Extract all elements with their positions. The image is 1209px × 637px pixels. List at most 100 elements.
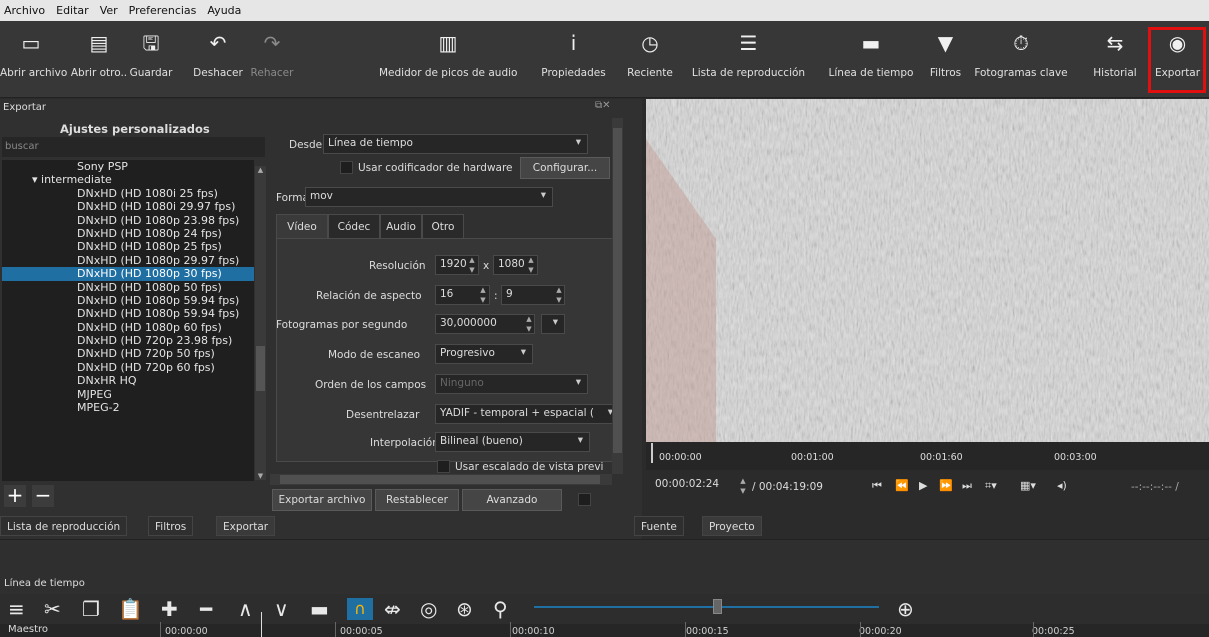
toolbar-button-9[interactable]: ▬ Línea de tiempo [823,21,919,98]
preset-item[interactable]: DNxHD (HD 1080i 29.97 fps) [2,200,254,213]
hw-encoder-checkbox[interactable] [340,161,353,174]
skip-end-icon[interactable]: ⏭ [962,479,972,493]
lift-icon[interactable]: ∧ [238,596,253,622]
snap-icon[interactable]: ∩ [347,598,373,620]
scan-mode-select[interactable]: Progresivo [435,344,533,364]
preset-item[interactable]: DNxHD (HD 1080p 23.98 fps) [2,214,254,227]
cut-icon[interactable]: ✂ [44,596,61,622]
preset-item[interactable]: MPEG-2 [2,401,254,414]
preset-item[interactable]: DNxHR HQ [2,374,254,387]
position-spin[interactable]: ▲ ▼ [737,476,749,496]
preset-item[interactable]: ▾ intermediate [2,173,254,186]
tab-source[interactable]: Fuente [634,516,684,536]
preset-item[interactable]: DNxHD (HD 1080p 25 fps) [2,240,254,253]
fps-spin[interactable]: ▲ ▼ [523,314,535,334]
toolbar-button-0[interactable]: ▭ Abrir archivo [0,21,67,98]
tab-export[interactable]: Exportar [216,516,276,536]
menu-4[interactable]: Ayuda [207,4,241,17]
ripple-all-icon[interactable]: ⊛ [456,596,473,622]
preset-item[interactable]: DNxHD (HD 1080i 25 fps) [2,187,254,200]
toolbar-button-11[interactable]: ⏱ Fotogramas clave [970,21,1072,98]
fps-preset-select[interactable] [541,314,565,334]
preset-item[interactable]: DNxHD (HD 720p 50 fps) [2,347,254,360]
preset-list[interactable]: Sony PSP ▾ intermediate DNxHD (HD 1080i 25… [2,160,254,481]
preset-item[interactable]: DNxHD (HD 720p 60 fps) [2,361,254,374]
form-vscrollbar[interactable] [612,118,623,474]
preset-item[interactable]: DNxHD (HD 1080p 60 fps) [2,321,254,334]
preset-item[interactable]: DNxHD (HD 1080p 30 fps) [2,267,254,281]
format-select[interactable]: mov [305,187,553,207]
position-timecode-field[interactable]: 00:00:02:24 [651,476,735,496]
tab-video[interactable]: Vídeo [276,214,328,238]
preset-list-scrollbar[interactable]: ▲ ▼ [255,166,266,480]
scrub-icon[interactable]: ⇎ [384,596,401,622]
zoom-in-icon[interactable]: ⊕ [897,596,914,622]
from-select[interactable]: Línea de tiempo [323,134,588,154]
zoom-out-icon[interactable]: ⚲ [493,596,508,622]
add-preset-button[interactable]: + [4,485,26,507]
menu-2[interactable]: Ver [100,4,118,17]
zoom-fit-icon[interactable]: ⌗▾ [985,479,997,493]
preset-search-input[interactable]: buscar [2,137,265,157]
copy-icon[interactable]: ❐ [82,596,100,622]
paste-icon[interactable]: 📋 [118,596,143,622]
volume-icon[interactable]: ◂) [1057,479,1067,492]
resolution-height-spin[interactable]: ▲ ▼ [525,255,537,275]
preset-item[interactable]: Sony PSP [2,160,254,173]
fast-forward-icon[interactable]: ⏩ [939,479,953,492]
timeline-playhead[interactable] [261,612,262,637]
advanced-checkbox[interactable] [578,493,591,506]
aspect-width-spin[interactable]: ▲ ▼ [477,285,489,305]
remove-preset-button[interactable]: − [32,485,54,507]
preset-item[interactable]: DNxHD (HD 1080p 24 fps) [2,227,254,240]
zoom-slider-handle[interactable] [713,599,722,614]
ripple-icon[interactable]: ◎ [420,596,437,622]
menu-1[interactable]: Editar [56,4,89,17]
menu-3[interactable]: Preferencias [129,4,197,17]
preset-item[interactable]: DNxHD (HD 1080p 50 fps) [2,281,254,294]
preset-item[interactable]: DNxHD (HD 1080p 29.97 fps) [2,254,254,267]
tab-playlist[interactable]: Lista de reproducción [0,516,128,536]
reset-button[interactable]: Restablecer [375,489,459,511]
zoom-slider[interactable] [534,606,879,608]
menu-0[interactable]: Archivo [4,4,45,17]
export-file-button[interactable]: Exportar archivo [272,489,372,511]
interpolation-select[interactable]: Bilineal (bueno) [435,432,590,452]
preset-item[interactable]: MJPEG [2,388,254,401]
skip-start-icon[interactable]: ⏮ [872,479,882,493]
video-preview[interactable] [646,99,1209,442]
grid-icon[interactable]: ▦▾ [1020,479,1036,492]
preset-item[interactable]: DNxHD (HD 720p 23.98 fps) [2,334,254,347]
deinterlace-select[interactable]: YADIF - temporal + espacial ( [435,404,620,424]
toolbar-button-1[interactable]: ▤ Abrir otro.. [70,21,128,98]
append-icon[interactable]: ✚ [161,596,178,622]
toolbar-button-12[interactable]: ⇆ Historial [1085,21,1145,98]
overwrite-icon[interactable]: ∨ [274,596,289,622]
split-icon[interactable]: ▬ [310,596,329,622]
dock-float-close-icons[interactable]: ⧉✕ [595,100,611,111]
rewind-icon[interactable]: ⏪ [895,479,909,492]
aspect-height-spin[interactable]: ▲ ▼ [553,285,565,305]
toolbar-button-2[interactable]: 🖫 Guardar [128,21,174,98]
toolbar-button-6[interactable]: i Propiedades [537,21,610,98]
toolbar-button-3[interactable]: ↶ Deshacer [189,21,247,98]
resolution-width-spin[interactable]: ▲ ▼ [466,255,478,275]
tab-audio[interactable]: Audio [380,214,422,238]
play-icon[interactable]: ▶ [919,479,927,492]
remove-icon[interactable]: ━ [200,596,212,622]
tab-codec[interactable]: Códec [328,214,380,238]
fps-field[interactable]: 30,000000 [435,314,535,334]
form-hscrollbar[interactable] [270,474,612,485]
player-playhead[interactable] [651,443,653,463]
field-order-select[interactable]: Ninguno [435,374,588,394]
timeline-menu-icon[interactable]: ≡ [8,596,25,622]
advanced-button[interactable]: Avanzado [462,489,562,511]
toolbar-button-8[interactable]: ☰ Lista de reproducción [680,21,817,98]
toolbar-button-5[interactable]: ▥ Medidor de picos de audio [379,21,517,98]
tab-other[interactable]: Otro [422,214,464,238]
configure-button[interactable]: Configurar... [520,157,610,179]
toolbar-button-4[interactable]: ↷ Rehacer [247,21,297,98]
preview-scale-checkbox[interactable] [437,460,450,473]
tab-filters[interactable]: Filtros [148,516,194,536]
preset-item[interactable]: DNxHD (HD 1080p 59.94 fps) [2,294,254,307]
